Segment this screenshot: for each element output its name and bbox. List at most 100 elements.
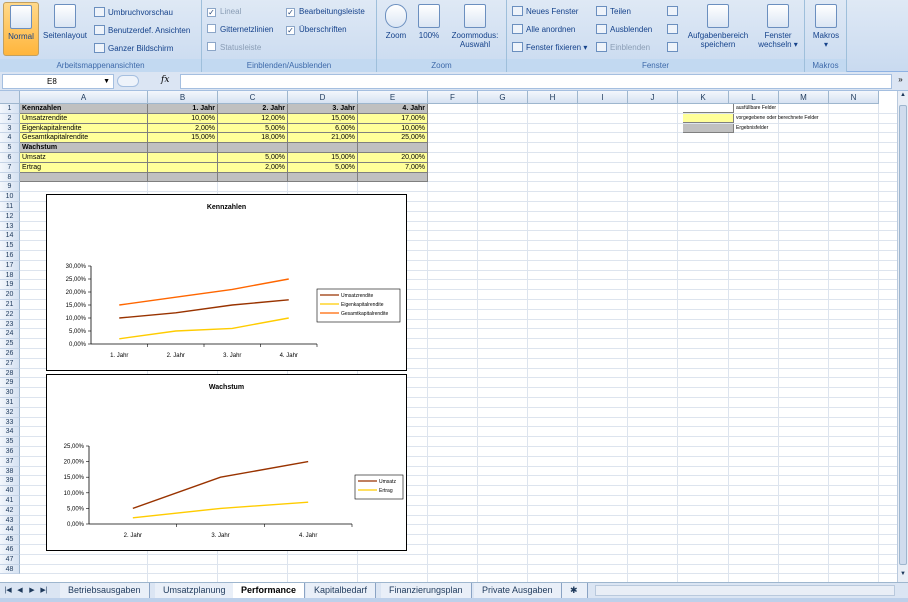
row-header[interactable]: 7 [0, 162, 20, 173]
first-sheet-icon[interactable]: |◀ [3, 584, 13, 597]
column-header[interactable]: D [288, 91, 358, 104]
reset-position-button[interactable] [667, 40, 681, 55]
side-by-side-button[interactable] [667, 4, 681, 19]
row-header[interactable]: 43 [0, 515, 20, 526]
column-header[interactable]: J [628, 91, 678, 104]
table-cell[interactable]: 10,00% [358, 123, 428, 134]
row-header[interactable]: 44 [0, 525, 20, 536]
row-header[interactable]: 36 [0, 447, 20, 457]
row-header[interactable]: 21 [0, 300, 20, 310]
row-header[interactable]: 5 [0, 143, 20, 153]
statusbar-checkbox[interactable]: Statusleiste [207, 40, 261, 55]
row-header[interactable]: 1 [0, 104, 20, 114]
table-cell[interactable]: 15,00% [148, 133, 218, 144]
table-cell[interactable] [358, 143, 428, 153]
chart-wachstum[interactable]: Wachstum 0,00% 5,00% 10,00% 15,00% 20,00% 25,0… [46, 374, 407, 551]
ruler-checkbox[interactable]: Lineal [207, 4, 241, 19]
table-cell[interactable]: 4. Jahr [358, 104, 428, 114]
table-cell[interactable]: 17,00% [358, 113, 428, 124]
table-cell[interactable]: 2,00% [218, 162, 288, 173]
select-all-corner[interactable] [0, 91, 20, 104]
row-header[interactable]: 27 [0, 358, 20, 369]
row-header[interactable]: 15 [0, 241, 20, 251]
vertical-scrollbar[interactable]: ▲ ▼ [897, 91, 908, 582]
column-header[interactable]: G [478, 91, 528, 104]
column-header[interactable]: E [358, 91, 428, 104]
table-cell[interactable]: 18,00% [218, 133, 288, 144]
table-cell[interactable]: 20,00% [358, 153, 428, 163]
row-header[interactable]: 45 [0, 535, 20, 545]
row-header[interactable]: 29 [0, 378, 20, 389]
row-header[interactable]: 25 [0, 339, 20, 349]
name-box[interactable]: E8 ▼ [2, 74, 114, 89]
row-header[interactable]: 46 [0, 545, 20, 555]
table-cell[interactable] [148, 162, 218, 173]
table-cell[interactable]: 25,00% [358, 133, 428, 144]
cancel-icon[interactable] [117, 75, 139, 87]
row-header[interactable]: 41 [0, 496, 20, 506]
row-header[interactable]: 13 [0, 221, 20, 232]
horizontal-scrollbar[interactable] [595, 585, 895, 596]
table-cell[interactable]: 3. Jahr [288, 104, 358, 114]
row-header[interactable]: 2 [0, 113, 20, 124]
table-cell[interactable]: 12,00% [218, 113, 288, 124]
freeze-panes-button[interactable]: Fenster fixieren ▾ [512, 40, 587, 55]
column-header[interactable]: H [528, 91, 578, 104]
macros-button[interactable]: Makros ▾ [809, 2, 843, 56]
last-sheet-icon[interactable]: ▶| [39, 584, 49, 597]
column-header[interactable]: L [729, 91, 779, 104]
arrange-all-button[interactable]: Alle anordnen [512, 22, 575, 37]
table-cell[interactable]: 5,00% [218, 123, 288, 134]
row-header[interactable]: 31 [0, 398, 20, 408]
row-header[interactable]: 12 [0, 211, 20, 222]
new-window-button[interactable]: Neues Fenster [512, 4, 578, 19]
table-cell[interactable]: 7,00% [358, 162, 428, 173]
column-header[interactable]: F [428, 91, 478, 104]
zoom-button[interactable]: Zoom [381, 2, 411, 56]
row-header[interactable]: 28 [0, 368, 20, 379]
table-cell[interactable] [148, 143, 218, 153]
insert-function-icon[interactable]: fx [161, 75, 169, 85]
table-cell[interactable] [20, 172, 148, 183]
row-header[interactable]: 22 [0, 309, 20, 320]
table-cell[interactable]: 21,00% [288, 133, 358, 144]
table-cell[interactable]: 2,00% [148, 123, 218, 134]
chart-kennzahlen[interactable]: Kennzahlen 0,00% 5,00% 10,00% 15,00% 20,00% 25… [46, 194, 407, 371]
row-header[interactable]: 48 [0, 564, 20, 575]
unhide-button[interactable]: Einblenden [596, 40, 650, 55]
legend-swatch-result[interactable] [683, 124, 734, 133]
table-cell[interactable]: Umsatz [20, 153, 148, 163]
switch-windows-button[interactable]: Fenster wechseln ▾ [755, 2, 801, 56]
table-cell[interactable] [148, 172, 218, 183]
page-layout-button[interactable]: Seitenlayout [41, 2, 89, 56]
sheet-tab[interactable]: Umsatzplanung [155, 583, 235, 598]
table-cell[interactable]: Kennzahlen [20, 104, 148, 114]
row-header[interactable]: 38 [0, 466, 20, 477]
row-header[interactable]: 17 [0, 260, 20, 271]
table-cell[interactable] [358, 172, 428, 183]
row-header[interactable]: 19 [0, 280, 20, 291]
worksheet-grid[interactable]: ABCDEFGHIJKLMN 1 2 3 4 5 6 7 8 9 10 11 12 13 14 15 16 17… [0, 91, 897, 582]
table-cell[interactable]: Wachstum [20, 143, 148, 153]
column-header[interactable]: K [678, 91, 729, 104]
sync-scroll-button[interactable] [667, 22, 681, 37]
row-header[interactable]: 30 [0, 388, 20, 398]
column-header[interactable]: I [578, 91, 628, 104]
table-cell[interactable]: 1. Jahr [148, 104, 218, 114]
row-header[interactable]: 23 [0, 319, 20, 330]
row-header[interactable]: 14 [0, 231, 20, 242]
row-header[interactable]: 6 [0, 153, 20, 163]
sheet-tab[interactable]: Betriebsausgaben [60, 583, 150, 598]
hide-button[interactable]: Ausblenden [596, 22, 652, 37]
table-cell[interactable]: 5,00% [288, 162, 358, 173]
table-cell[interactable]: Gesamtkapitalrendite [20, 133, 148, 144]
zoom-100-button[interactable]: 100% [415, 2, 443, 56]
row-header[interactable]: 35 [0, 437, 20, 447]
row-header[interactable]: 32 [0, 407, 20, 418]
next-sheet-icon[interactable]: ▶ [27, 584, 37, 597]
row-header[interactable]: 9 [0, 182, 20, 193]
table-cell[interactable]: Umsatzrendite [20, 113, 148, 124]
split-button[interactable]: Teilen [596, 4, 631, 19]
prev-sheet-icon[interactable]: ◀ [15, 584, 25, 597]
table-cell[interactable]: Eigenkapitalrendite [20, 123, 148, 134]
